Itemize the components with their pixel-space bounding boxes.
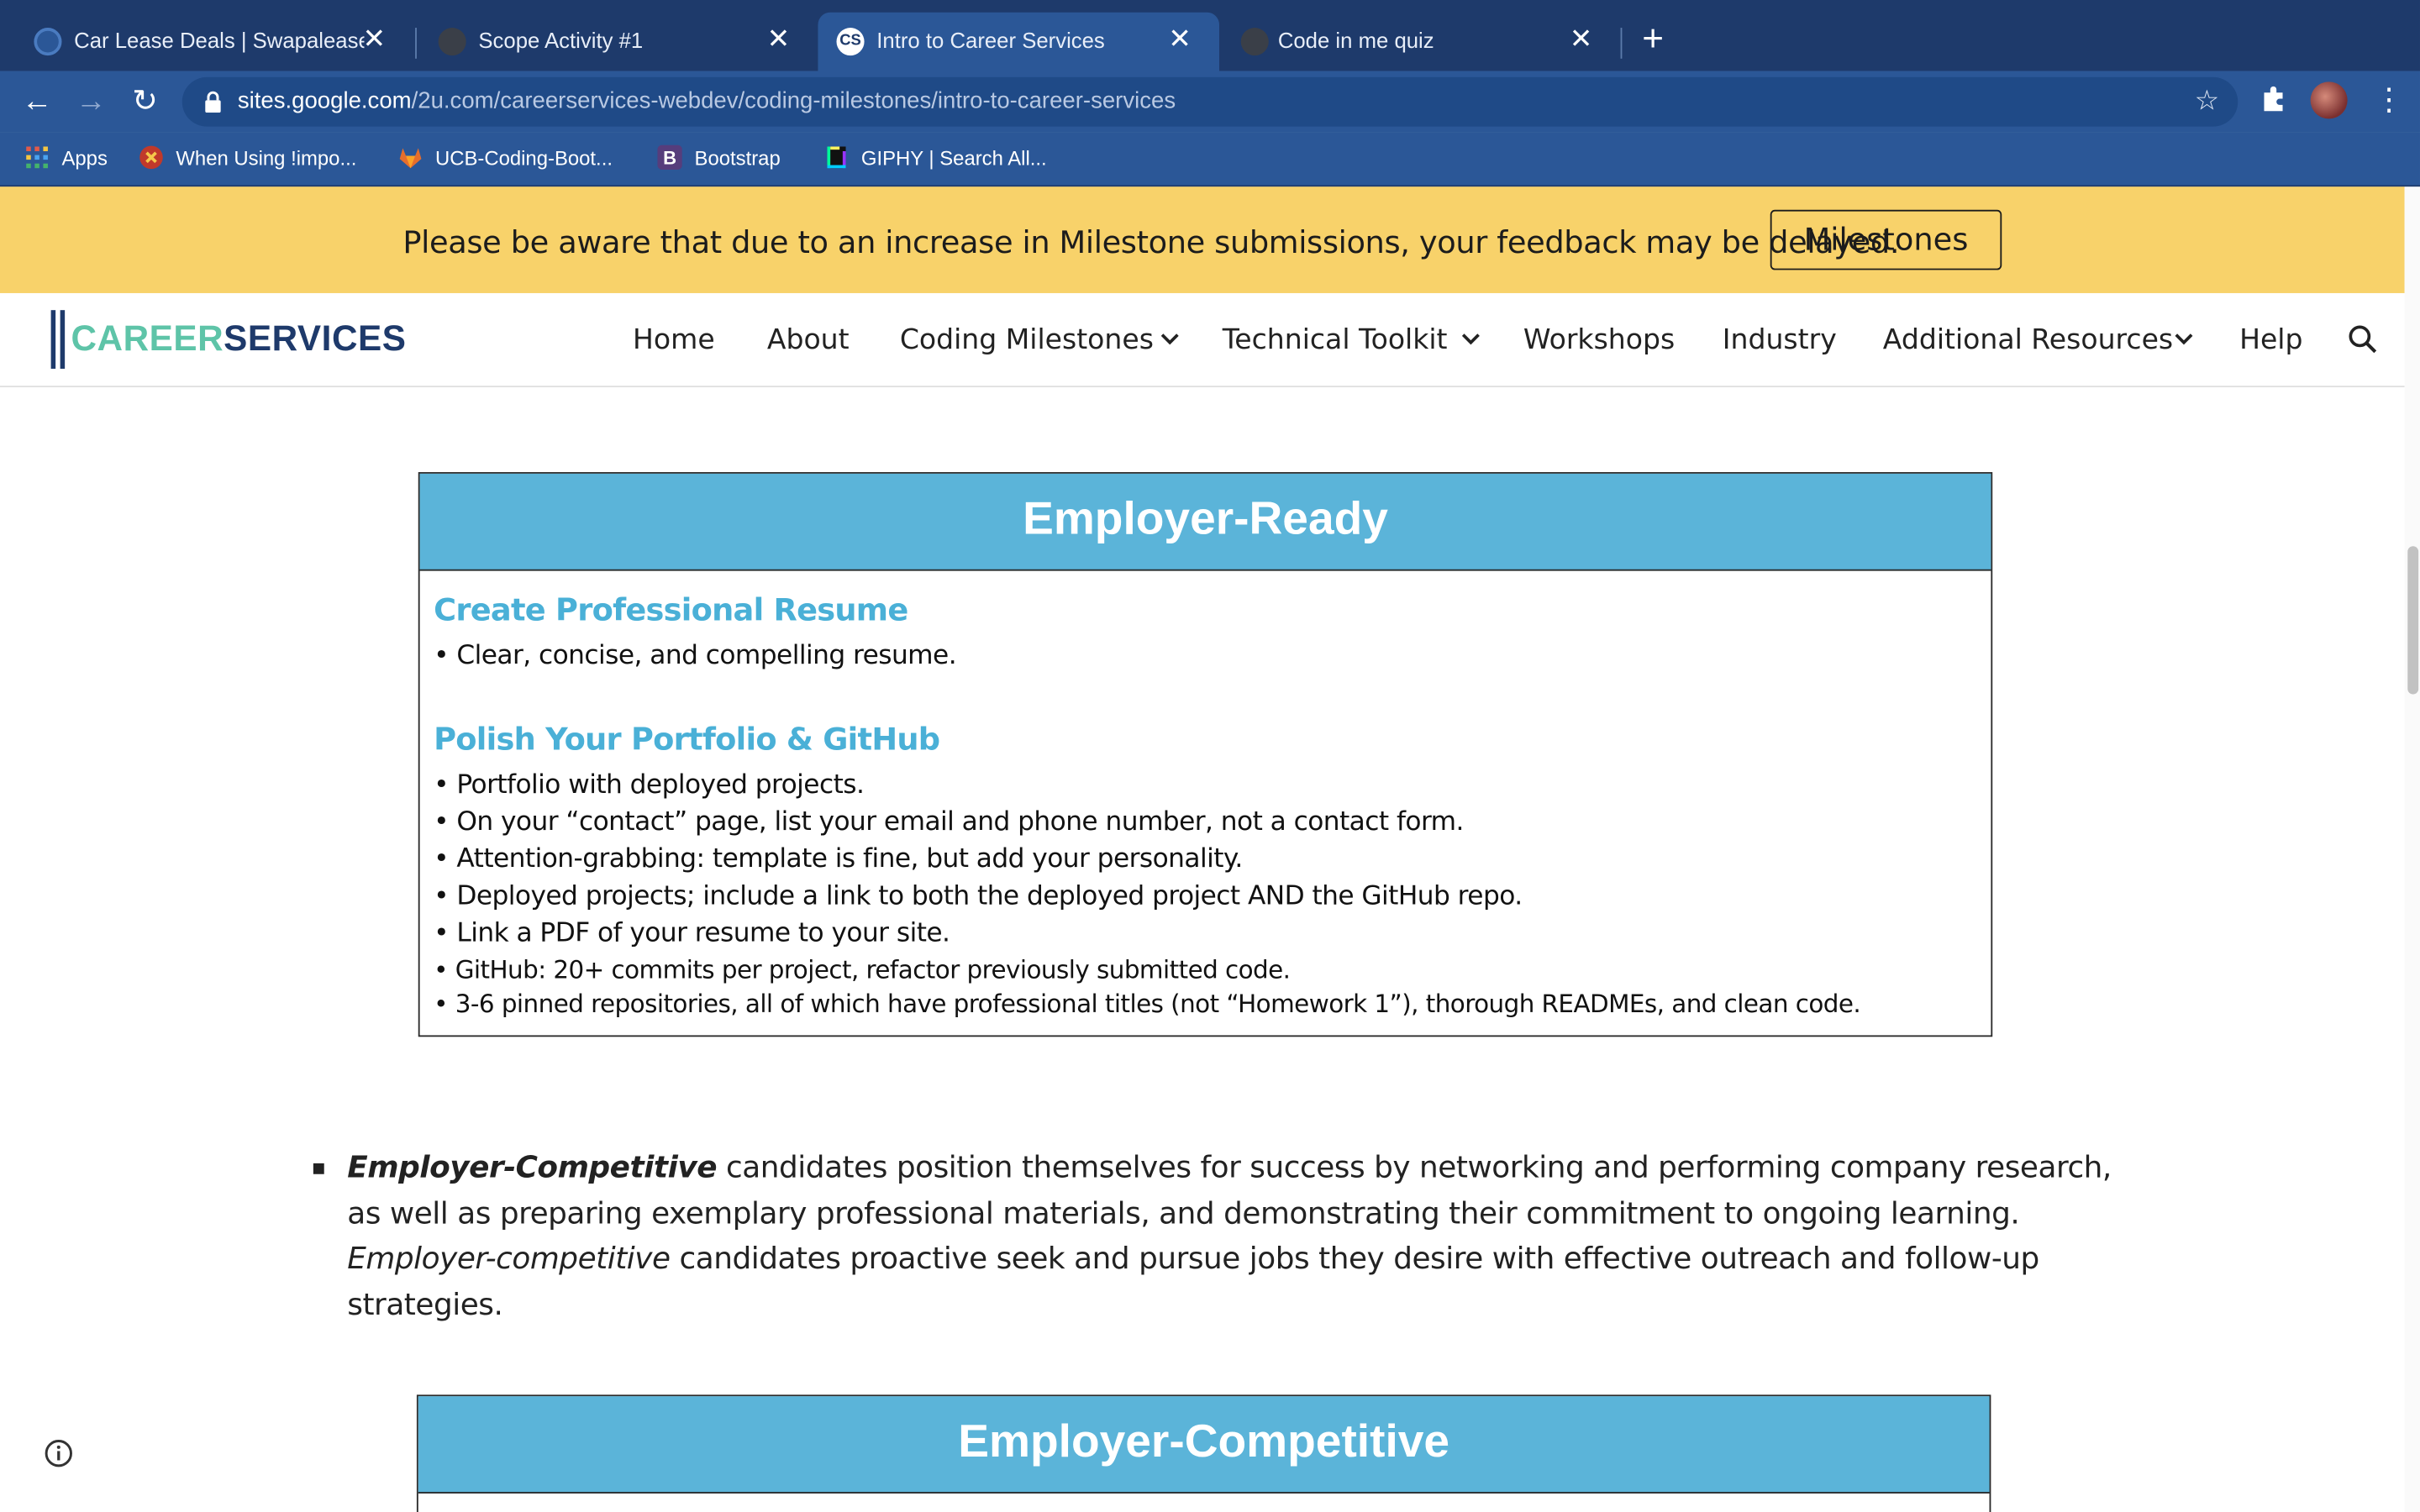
nav-additional-resources[interactable]: Additional Resources bbox=[1883, 324, 2173, 357]
site-logo[interactable]: CAREERSERVICES bbox=[71, 318, 406, 360]
list-item: • Link a PDF of your resume to your site… bbox=[434, 917, 950, 949]
banner-message: Please be aware that due to an increase … bbox=[402, 223, 1900, 261]
info-icon[interactable] bbox=[45, 1440, 72, 1467]
card-title: Employer-Ready bbox=[1023, 493, 1388, 545]
card-title: Employer-Competitive bbox=[958, 1416, 1450, 1467]
bookmark-star-icon[interactable]: ☆ bbox=[2195, 85, 2220, 118]
address-bar[interactable]: sites.google.com/2u.com/careerservices-w… bbox=[182, 76, 2238, 127]
list-item: • 3-6 pinned repositories, all of which … bbox=[434, 989, 1861, 1019]
url-path: /2u.com/careerservices-webdev/coding-mil… bbox=[411, 87, 1176, 114]
browser-tab[interactable]: Car Lease Deals | Swapalease. ✕ bbox=[0, 13, 413, 71]
globe-icon bbox=[438, 28, 466, 56]
browser-tab[interactable]: Scope Activity #1 ✕ bbox=[404, 13, 818, 71]
back-arrow-icon[interactable]: ← bbox=[18, 83, 55, 120]
nav-about[interactable]: About bbox=[767, 324, 850, 357]
gitlab-icon bbox=[399, 148, 422, 169]
chevron-down-icon[interactable] bbox=[1158, 327, 1182, 351]
bookmark-label: GIPHY | Search All... bbox=[860, 146, 1047, 171]
bookmark-label: When Using !impo... bbox=[176, 146, 357, 171]
employer-competitive-card: Employer-Competitive bbox=[416, 1394, 1991, 1512]
bootstrap-icon: B bbox=[657, 144, 682, 171]
list-item: • Portfolio with deployed projects. bbox=[434, 769, 865, 801]
close-tab-icon[interactable]: ✕ bbox=[362, 24, 386, 52]
bookmarks-bar: Apps When Using !impo... UCB-Coding-Boot… bbox=[0, 132, 2420, 187]
svg-text:B: B bbox=[663, 148, 676, 169]
logo-text-career: CAREER bbox=[71, 318, 224, 359]
bookmark-item[interactable]: UCB-Coding-Boot... bbox=[398, 145, 613, 170]
section-heading: Polish Your Portfolio & GitHub bbox=[434, 720, 940, 758]
logo-bars bbox=[50, 310, 66, 369]
browser-toolbar: ← → ↻ sites.google.com/2u.com/careerserv… bbox=[0, 71, 2420, 133]
swapalease-favicon bbox=[34, 28, 62, 56]
announcement-banner: Please be aware that due to an increase … bbox=[0, 186, 2405, 293]
chevron-down-icon[interactable] bbox=[2171, 327, 2196, 351]
nav-industry[interactable]: Industry bbox=[1723, 324, 1837, 357]
bookmark-label: Apps bbox=[61, 146, 108, 171]
url-host: sites.google.com bbox=[237, 87, 412, 114]
milestones-button[interactable]: Milestones bbox=[1770, 209, 2002, 270]
reload-icon[interactable]: ↻ bbox=[127, 83, 164, 120]
list-item: • Attention-grabbing: template is fine, … bbox=[434, 843, 1243, 875]
bookmark-apps[interactable]: Apps bbox=[24, 145, 108, 170]
nav-home[interactable]: Home bbox=[633, 324, 715, 357]
emphasis-text: Employer-competitive bbox=[347, 1240, 671, 1276]
tab-title: Code in me quiz bbox=[1277, 28, 1434, 53]
lock-icon bbox=[205, 91, 221, 113]
tab-separator bbox=[1620, 28, 1623, 59]
cs-favicon: CS bbox=[836, 28, 865, 56]
list-bullet bbox=[313, 1163, 324, 1174]
search-icon[interactable] bbox=[2348, 324, 2379, 355]
close-tab-icon[interactable]: ✕ bbox=[1168, 24, 1192, 52]
globe-icon bbox=[1240, 28, 1269, 56]
chevron-down-icon[interactable] bbox=[1459, 327, 1483, 351]
list-item: • Deployed projects; include a link to b… bbox=[434, 880, 1523, 912]
page-scrollbar-track[interactable] bbox=[2404, 186, 2420, 1512]
page-scrollbar-thumb[interactable] bbox=[2407, 546, 2419, 695]
nav-coding-milestones[interactable]: Coding Milestones bbox=[900, 324, 1154, 357]
browser-tab-active[interactable]: CS Intro to Career Services ✕ bbox=[818, 12, 1220, 71]
new-tab-icon[interactable]: + bbox=[1642, 18, 1664, 61]
profile-avatar[interactable] bbox=[2310, 81, 2348, 119]
list-item: • GitHub: 20+ commits per project, refac… bbox=[434, 954, 1291, 984]
nav-technical-toolkit[interactable]: Technical Toolkit bbox=[1223, 324, 1448, 357]
browser-tab[interactable]: Code in me quiz ✕ bbox=[1219, 13, 1621, 71]
url-text[interactable]: sites.google.com/2u.com/careerservices-w… bbox=[238, 88, 1176, 114]
close-tab-icon[interactable]: ✕ bbox=[767, 24, 791, 52]
forward-arrow-icon[interactable]: → bbox=[72, 83, 109, 120]
employer-competitive-paragraph: Employer-Competitive candidates position… bbox=[347, 1145, 2138, 1327]
bookmark-label: UCB-Coding-Boot... bbox=[434, 146, 613, 171]
tab-title: Intro to Career Services bbox=[876, 28, 1105, 53]
apps-grid-icon bbox=[26, 146, 48, 169]
browser-menu-icon[interactable]: ⋮ bbox=[2374, 81, 2405, 119]
card-header: Employer-Ready bbox=[419, 473, 1991, 571]
nav-help[interactable]: Help bbox=[2239, 324, 2302, 357]
giphy-icon bbox=[827, 146, 846, 169]
section-heading: Create Professional Resume bbox=[434, 591, 908, 628]
term-employer-competitive: Employer-Competitive bbox=[347, 1149, 718, 1185]
tab-title: Scope Activity #1 bbox=[478, 28, 644, 53]
tab-title: Car Lease Deals | Swapalease. bbox=[74, 28, 365, 53]
logo-text-services: SERVICES bbox=[224, 318, 407, 359]
bookmark-favicon bbox=[139, 145, 163, 170]
list-item: • Clear, concise, and compelling resume. bbox=[434, 640, 957, 671]
employer-ready-card: Employer-Ready Create Professional Resum… bbox=[418, 472, 1993, 1037]
list-item: • On your “contact” page, list your emai… bbox=[434, 806, 1464, 838]
bookmark-label: Bootstrap bbox=[694, 146, 781, 171]
card-header: Employer-Competitive bbox=[418, 1396, 1990, 1494]
extensions-puzzle-icon[interactable] bbox=[2260, 85, 2287, 120]
close-tab-icon[interactable]: ✕ bbox=[1570, 24, 1593, 52]
bookmark-item[interactable]: When Using !impo... bbox=[139, 145, 356, 170]
bookmark-item[interactable]: GIPHY | Search All... bbox=[824, 145, 1047, 170]
nav-workshops[interactable]: Workshops bbox=[1523, 324, 1675, 357]
bookmark-item[interactable]: B Bootstrap bbox=[657, 144, 781, 171]
browser-tab-strip: Car Lease Deals | Swapalease. ✕ Scope Ac… bbox=[0, 0, 2420, 71]
site-header: CAREERSERVICES Home About Coding Milesto… bbox=[0, 292, 2405, 388]
